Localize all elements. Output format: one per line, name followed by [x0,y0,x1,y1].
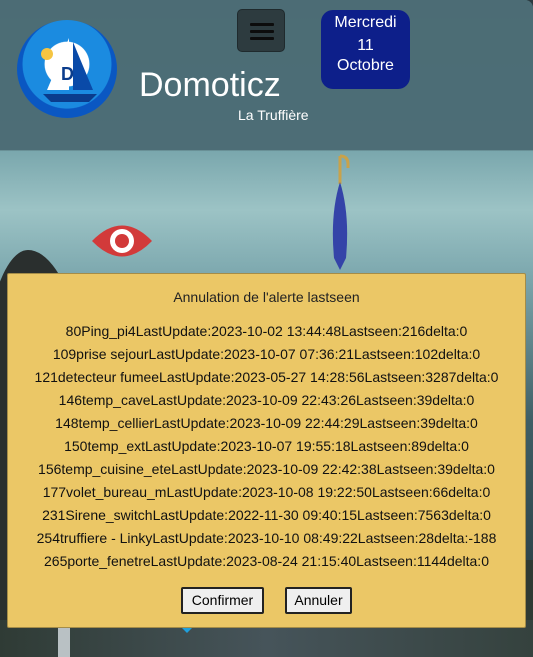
sailboat-logo-icon[interactable]: D [17,20,117,118]
page-subtitle: La Truffière [238,107,309,123]
dialog-title: Annulation de l'alerte lastseen [173,289,360,305]
date-month: Octobre [337,57,394,74]
hamburger-menu-icon [250,37,274,40]
date-badge: Mercredi 11 Octobre [321,10,410,89]
list-item: 121detecteur fumeeLastUpdate:2023-05-27 … [34,369,499,385]
list-item: 150temp_extLastUpdate:2023-10-07 19:55:1… [64,438,469,454]
list-item: 177volet_bureau_mLastUpdate:2023-10-08 1… [42,484,491,500]
eye-icon[interactable] [90,216,154,266]
confirm-button[interactable]: Confirmer [181,587,264,614]
umbrella-icon[interactable] [326,154,350,272]
list-item: 254truffiere - LinkyLastUpdate:2023-10-1… [36,530,497,546]
menu-button[interactable] [237,9,285,52]
entry-list: 80Ping_pi4LastUpdate:2023-10-02 13:44:48… [8,321,525,574]
list-item: 80Ping_pi4LastUpdate:2023-10-02 13:44:48… [65,323,468,339]
page-title: Domoticz [139,66,281,104]
list-item: 231Sirene_switchLastUpdate:2022-11-30 09… [42,507,491,523]
list-item: 156temp_cuisine_eteLastUpdate:2023-10-09… [38,461,495,477]
date-number: 11 [357,37,374,54]
list-item: 146temp_caveLastUpdate:2023-10-09 22:43:… [58,392,475,408]
app-frame: D Mercredi 11 Octobre Domoticz La Truffi… [0,0,533,657]
list-item: 109prise sejourLastUpdate:2023-10-07 07:… [52,346,481,362]
date-day: Mercredi [334,14,397,31]
list-item: 265porte_fenetreLastUpdate:2023-08-24 21… [44,553,489,569]
hamburger-menu-icon [250,30,274,33]
hamburger-menu-icon [250,23,274,26]
lastseen-alert-dialog: Annulation de l'alerte lastseen 80Ping_p… [7,273,526,628]
caret-down-icon [182,628,192,633]
cancel-button[interactable]: Annuler [285,587,352,614]
svg-text:D: D [61,64,74,84]
list-item: 148temp_cellierLastUpdate:2023-10-09 22:… [55,415,478,431]
header: D Mercredi 11 Octobre Domoticz La Truffi… [0,0,533,150]
